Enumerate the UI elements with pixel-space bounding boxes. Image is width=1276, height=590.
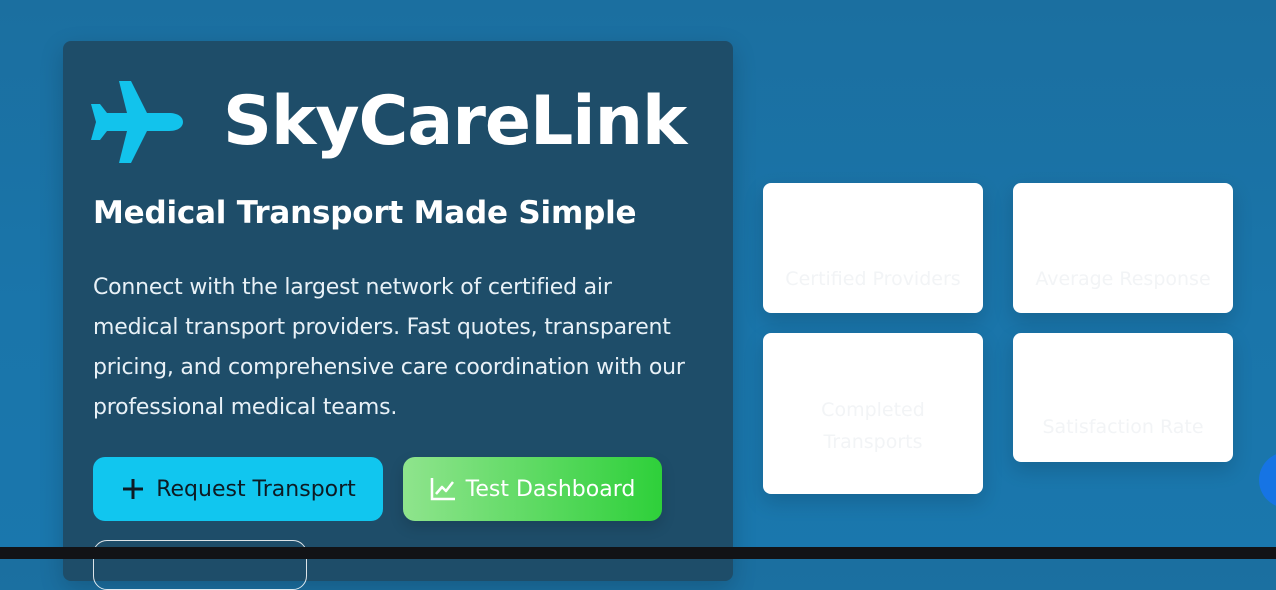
- brand: SkyCareLink: [91, 77, 687, 167]
- floating-action-button[interactable]: [1259, 452, 1276, 508]
- plus-icon: [120, 476, 146, 502]
- stat-label: Average Response: [1035, 268, 1211, 290]
- stat-label: Certified Providers: [785, 268, 961, 290]
- hero-description: Connect with the largest network of cert…: [93, 275, 685, 420]
- test-dashboard-label: Test Dashboard: [465, 476, 636, 502]
- hero-card: SkyCareLink Medical Transport Made Simpl…: [63, 41, 733, 590]
- stat-card-satisfaction-rate: Satisfaction Rate: [1013, 333, 1233, 462]
- stat-card-completed-transports: Completed Transports: [763, 333, 983, 494]
- request-transport-label: Request Transport: [156, 476, 356, 502]
- test-dashboard-button[interactable]: Test Dashboard: [403, 457, 662, 521]
- stat-card-certified-providers: Certified Providers: [763, 183, 983, 313]
- request-transport-button[interactable]: Request Transport: [93, 457, 383, 521]
- airplane-icon: [91, 81, 183, 163]
- stat-label: Satisfaction Rate: [1042, 415, 1204, 438]
- hero-tagline: Medical Transport Made Simple: [93, 195, 637, 231]
- stat-label: Completed Transports: [821, 398, 925, 453]
- brand-name: SkyCareLink: [223, 82, 687, 161]
- line-chart-icon: [430, 476, 456, 502]
- bottom-bar: [0, 547, 1276, 559]
- stat-card-average-response: Average Response: [1013, 183, 1233, 313]
